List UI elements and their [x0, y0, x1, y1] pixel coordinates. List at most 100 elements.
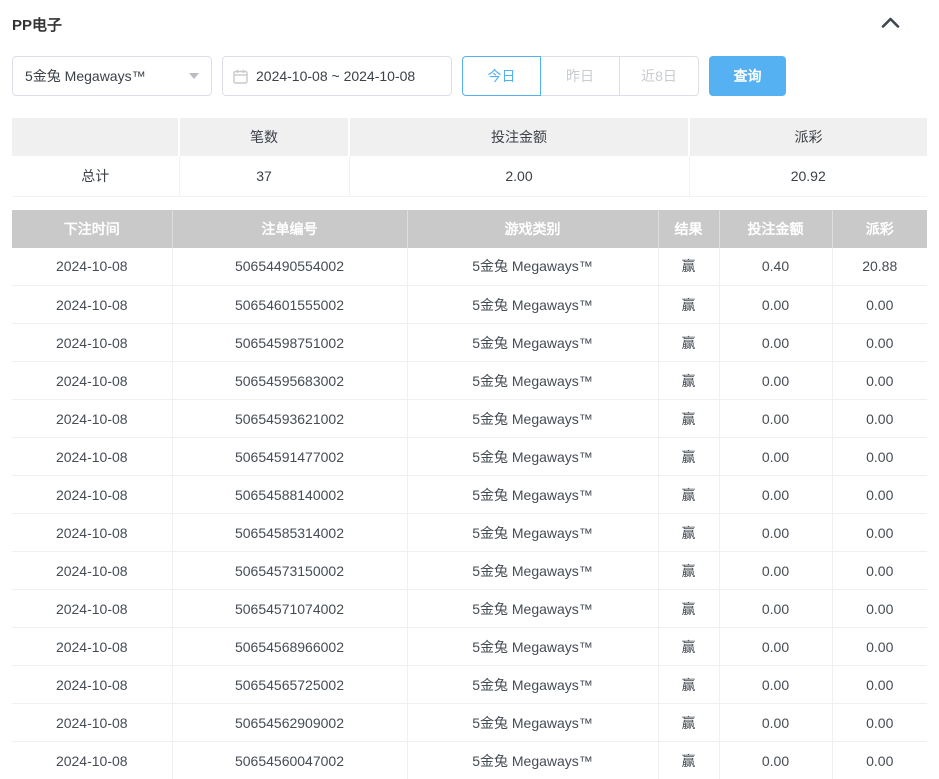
cell-payout: 0.00	[832, 324, 927, 362]
cell-bet-id: 50654595683002	[172, 362, 407, 400]
cell-payout: 0.00	[832, 286, 927, 324]
cell-result: 赢	[658, 666, 719, 704]
table-row: 2024-10-08506545881400025金兔 Megaways™赢0.…	[12, 476, 927, 514]
filter-row: 5金兔 Megaways™ 2024-10-08 ~ 2024-10-08 今日…	[12, 56, 927, 96]
total-label: 总计	[12, 156, 179, 196]
summary-header-empty	[12, 118, 179, 156]
records-header-bet-id: 注单编号	[172, 210, 407, 248]
cell-game: 5金兔 Megaways™	[407, 324, 658, 362]
cell-bet-amount: 0.00	[719, 438, 832, 476]
cell-bet-id: 50654568966002	[172, 628, 407, 666]
cell-game: 5金兔 Megaways™	[407, 248, 658, 286]
summary-header-payout: 派彩	[689, 118, 927, 156]
cell-game: 5金兔 Megaways™	[407, 476, 658, 514]
panel-header: PP电子	[12, 14, 927, 34]
cell-time: 2024-10-08	[12, 438, 172, 476]
cell-time: 2024-10-08	[12, 400, 172, 438]
table-row: 2024-10-08506545731500025金兔 Megaways™赢0.…	[12, 552, 927, 590]
cell-result: 赢	[658, 704, 719, 742]
cell-time: 2024-10-08	[12, 248, 172, 286]
summary-header-count: 笔数	[179, 118, 349, 156]
total-payout: 20.92	[689, 156, 927, 196]
cell-bet-amount: 0.00	[719, 666, 832, 704]
table-row: 2024-10-08506545710740025金兔 Megaways™赢0.…	[12, 590, 927, 628]
query-button[interactable]: 查询	[709, 56, 786, 96]
table-row: 2024-10-08506545657250025金兔 Megaways™赢0.…	[12, 666, 927, 704]
cell-time: 2024-10-08	[12, 590, 172, 628]
collapse-button[interactable]	[877, 14, 903, 34]
cell-bet-id: 50654598751002	[172, 324, 407, 362]
total-bet-amount: 2.00	[349, 156, 689, 196]
cell-bet-id: 50654565725002	[172, 666, 407, 704]
cell-bet-id: 50654593621002	[172, 400, 407, 438]
cell-payout: 0.00	[832, 590, 927, 628]
cell-bet-id: 50654585314002	[172, 514, 407, 552]
cell-result: 赢	[658, 742, 719, 779]
cell-game: 5金兔 Megaways™	[407, 628, 658, 666]
cell-game: 5金兔 Megaways™	[407, 704, 658, 742]
records-tbody: 2024-10-08506544905540025金兔 Megaways™赢0.…	[12, 248, 927, 779]
today-button[interactable]: 今日	[462, 56, 541, 96]
last8days-button[interactable]: 近8日	[620, 56, 699, 96]
cell-payout: 0.00	[832, 476, 927, 514]
cell-bet-amount: 0.00	[719, 476, 832, 514]
cell-time: 2024-10-08	[12, 324, 172, 362]
records-header-payout: 派彩	[832, 210, 927, 248]
page-title: PP电子	[12, 14, 62, 35]
cell-time: 2024-10-08	[12, 476, 172, 514]
cell-payout: 0.00	[832, 400, 927, 438]
table-row: 2024-10-08506546015550025金兔 Megaways™赢0.…	[12, 286, 927, 324]
game-select[interactable]: 5金兔 Megaways™	[12, 56, 212, 96]
calendar-icon	[233, 69, 248, 84]
cell-time: 2024-10-08	[12, 666, 172, 704]
cell-time: 2024-10-08	[12, 362, 172, 400]
cell-payout: 0.00	[832, 704, 927, 742]
cell-result: 赢	[658, 362, 719, 400]
records-header-result: 结果	[658, 210, 719, 248]
cell-result: 赢	[658, 400, 719, 438]
cell-bet-amount: 0.00	[719, 552, 832, 590]
quick-range-button-group: 今日 昨日 近8日	[462, 56, 699, 96]
table-row: 2024-10-08506545600470025金兔 Megaways™赢0.…	[12, 742, 927, 779]
cell-result: 赢	[658, 438, 719, 476]
cell-time: 2024-10-08	[12, 628, 172, 666]
summary-header-row: 笔数 投注金额 派彩	[12, 118, 927, 156]
cell-game: 5金兔 Megaways™	[407, 514, 658, 552]
cell-time: 2024-10-08	[12, 286, 172, 324]
date-range-input[interactable]: 2024-10-08 ~ 2024-10-08	[222, 56, 452, 96]
cell-result: 赢	[658, 286, 719, 324]
records-header-bet-amount: 投注金额	[719, 210, 832, 248]
cell-result: 赢	[658, 248, 719, 286]
cell-result: 赢	[658, 628, 719, 666]
cell-game: 5金兔 Megaways™	[407, 552, 658, 590]
cell-bet-id: 50654571074002	[172, 590, 407, 628]
table-row: 2024-10-08506545987510025金兔 Megaways™赢0.…	[12, 324, 927, 362]
cell-bet-amount: 0.00	[719, 286, 832, 324]
records-header-time: 下注时间	[12, 210, 172, 248]
cell-game: 5金兔 Megaways™	[407, 286, 658, 324]
summary-table: 笔数 投注金额 派彩 总计 37 2.00 20.92	[12, 118, 927, 197]
records-table: 下注时间 注单编号 游戏类别 结果 投注金额 派彩 2024-10-085065…	[12, 210, 927, 779]
cell-game: 5金兔 Megaways™	[407, 400, 658, 438]
summary-total-row: 总计 37 2.00 20.92	[12, 156, 927, 196]
cell-bet-id: 50654560047002	[172, 742, 407, 779]
cell-game: 5金兔 Megaways™	[407, 438, 658, 476]
cell-bet-amount: 0.00	[719, 324, 832, 362]
table-row: 2024-10-08506545936210025金兔 Megaways™赢 0.…	[12, 400, 927, 438]
cell-bet-id: 50654490554002	[172, 248, 407, 286]
cell-bet-amount: 0.00	[719, 628, 832, 666]
cell-payout: 0.00	[832, 552, 927, 590]
cell-bet-id: 50654601555002	[172, 286, 407, 324]
cell-payout: 0.00	[832, 628, 927, 666]
total-count: 37	[179, 156, 349, 196]
pp-electronic-panel: PP电子 5金兔 Megaways™ 2024-10-08 ~ 2024-10-…	[0, 0, 939, 779]
cell-result: 赢	[658, 514, 719, 552]
cell-time: 2024-10-08	[12, 552, 172, 590]
cell-bet-amount: 0.00	[719, 704, 832, 742]
cell-time: 2024-10-08	[12, 514, 172, 552]
date-range-value: 2024-10-08 ~ 2024-10-08	[256, 68, 415, 84]
yesterday-button[interactable]: 昨日	[541, 56, 620, 96]
table-row: 2024-10-08506545853140025金兔 Megaways™赢0.…	[12, 514, 927, 552]
cell-bet-amount: 0.00	[719, 514, 832, 552]
cell-bet-amount: 0.40	[719, 248, 832, 286]
